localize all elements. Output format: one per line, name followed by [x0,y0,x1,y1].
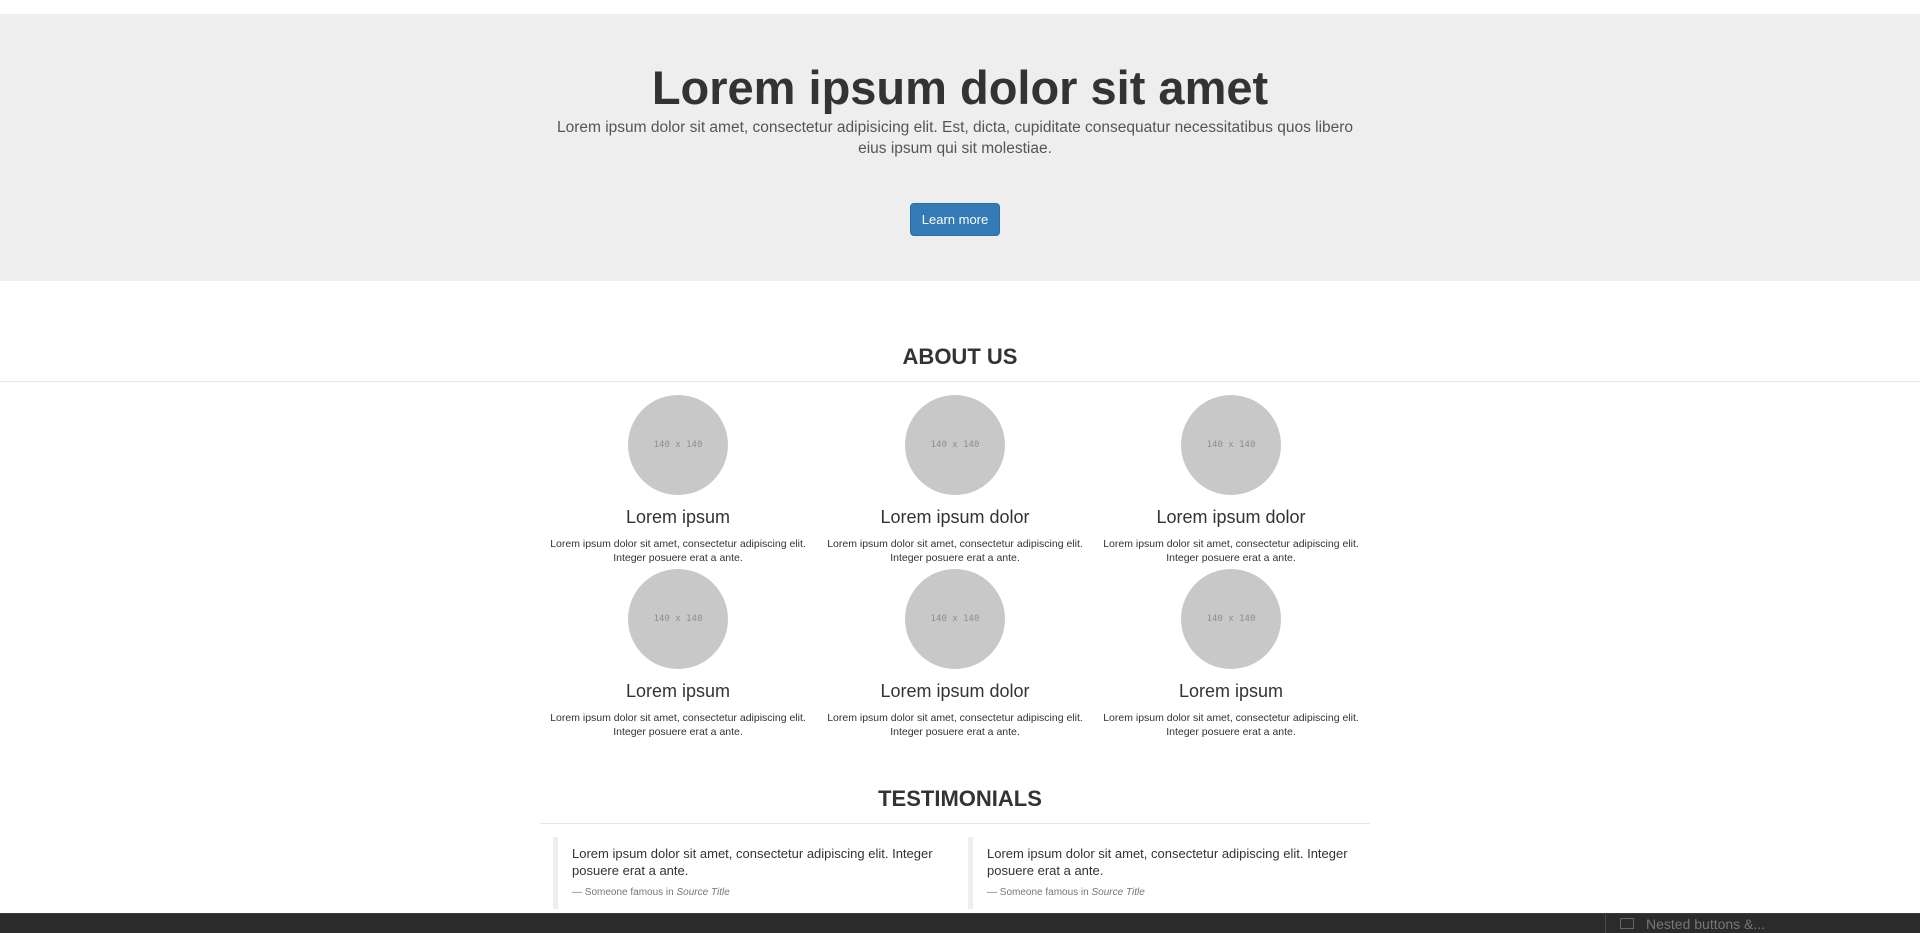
placeholder-size-label: 140 x 140 [653,614,703,624]
feature-heading: Lorem ipsum dolor [1156,507,1306,527]
feature-text: Lorem ipsum dolor sit amet, consectetur … [1103,537,1359,564]
feature-item: 140 x 140 Lorem ipsum Lorem ipsum dolor … [548,395,808,565]
quote-text: Lorem ipsum dolor sit amet, consectetur … [987,846,1348,878]
feature-image-placeholder: 140 x 140 [628,569,728,669]
hero-jumbotron: Lorem ipsum dolor sit amet Lorem ipsum d… [0,14,1920,281]
taskbar-item-label: Nested buttons &... [1646,916,1766,932]
feature-text: Lorem ipsum dolor sit amet, consectetur … [1103,711,1359,738]
placeholder-size-label: 140 x 140 [1206,440,1256,450]
testimonial-quote: Lorem ipsum dolor sit amet, consectetur … [553,837,938,909]
quote-footer: — Someone famous in Source Title [572,887,938,898]
feature-item: 140 x 140 Lorem ipsum Lorem ipsum dolor … [548,569,808,739]
testimonials-title: TESTIMONIALS [878,786,1042,811]
taskbar-window-item[interactable]: Nested buttons &... [1605,914,1920,933]
feature-heading: Lorem ipsum [625,681,731,701]
quote-author: — Someone famous in [572,887,677,898]
feature-image-placeholder: 140 x 140 [628,395,728,495]
quote-footer: — Someone famous in Source Title [987,887,1353,898]
hero-lead: Lorem ipsum dolor sit amet, consectetur … [556,119,1354,157]
quote-text: Lorem ipsum dolor sit amet, consectetur … [572,846,933,878]
taskbar: Nested buttons &... [0,913,1920,933]
testimonial-quote: Lorem ipsum dolor sit amet, consectetur … [968,837,1353,909]
feature-text: Lorem ipsum dolor sit amet, consectetur … [550,537,806,564]
feature-item: 140 x 140 Lorem ipsum dolor Lorem ipsum … [1101,395,1361,565]
feature-heading: Lorem ipsum dolor [880,681,1030,701]
feature-image-placeholder: 140 x 140 [1181,395,1281,495]
placeholder-size-label: 140 x 140 [1206,614,1256,624]
feature-heading: Lorem ipsum [625,507,731,527]
feature-text: Lorem ipsum dolor sit amet, consectetur … [827,711,1083,738]
feature-item: 140 x 140 Lorem ipsum dolor Lorem ipsum … [825,395,1085,565]
hero-title: Lorem ipsum dolor sit amet [651,61,1269,114]
placeholder-size-label: 140 x 140 [930,614,980,624]
feature-image-placeholder: 140 x 140 [905,569,1005,669]
feature-image-placeholder: 140 x 140 [1181,569,1281,669]
feature-text: Lorem ipsum dolor sit amet, consectetur … [550,711,806,738]
testimonials-divider [540,823,1370,824]
quote-source: Source Title [1091,887,1145,898]
placeholder-size-label: 140 x 140 [653,440,703,450]
feature-item: 140 x 140 Lorem ipsum Lorem ipsum dolor … [1101,569,1361,739]
feature-text: Lorem ipsum dolor sit amet, consectetur … [827,537,1083,564]
feature-item: 140 x 140 Lorem ipsum dolor Lorem ipsum … [825,569,1085,739]
placeholder-size-label: 140 x 140 [930,440,980,450]
about-divider [0,381,1920,382]
learn-more-button[interactable]: Learn more [910,203,1000,236]
top-strip [0,0,1920,14]
about-us-title: ABOUT US [902,344,1018,369]
feature-heading: Lorem ipsum [1178,681,1284,701]
feature-image-placeholder: 140 x 140 [905,395,1005,495]
feature-heading: Lorem ipsum dolor [880,507,1030,527]
window-icon [1620,918,1634,929]
quote-source: Source Title [676,887,730,898]
quote-author: — Someone famous in [987,887,1092,898]
page: Lorem ipsum dolor sit amet Lorem ipsum d… [0,0,1920,933]
